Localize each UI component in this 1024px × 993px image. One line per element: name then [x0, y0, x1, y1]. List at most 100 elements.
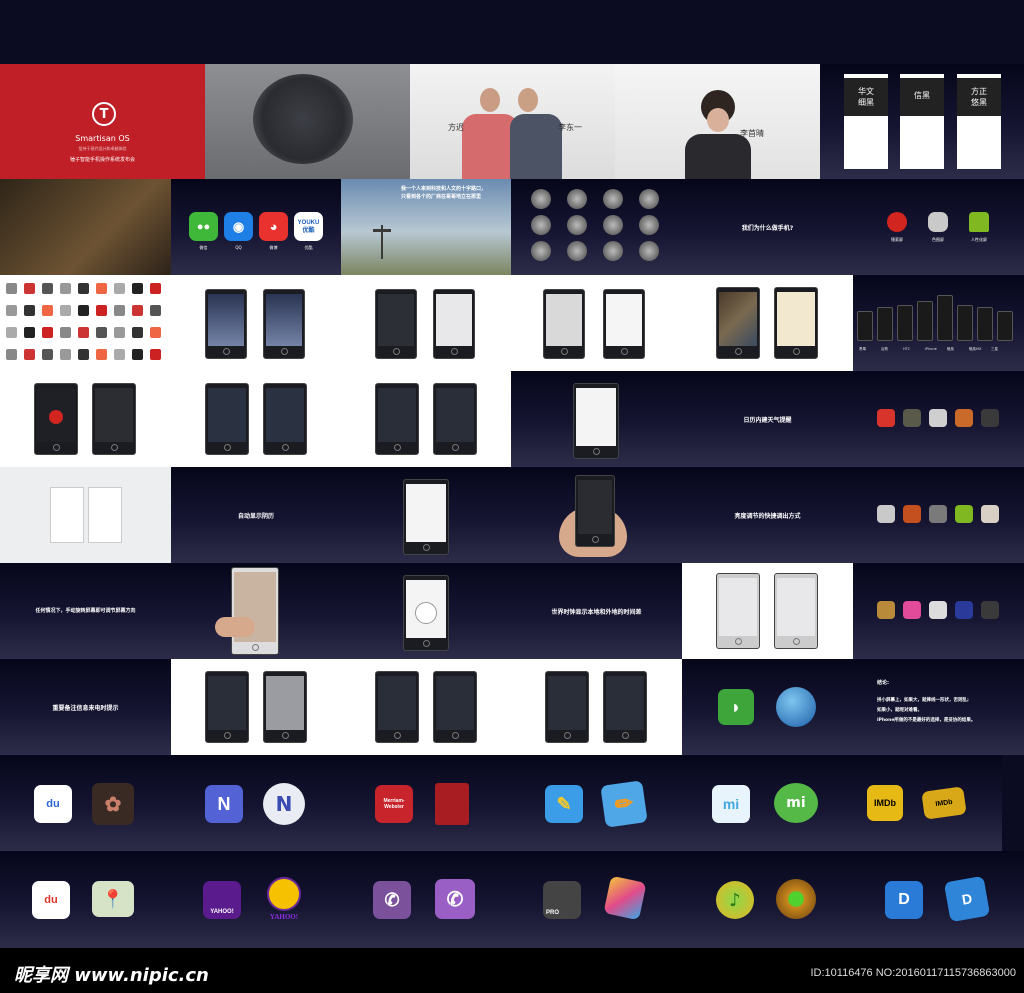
icons-row-b-slide[interactable] — [853, 467, 1024, 563]
object-thumb — [114, 305, 125, 316]
baidu-icons-slide[interactable]: du ✿ — [0, 755, 171, 851]
chat-phones-slide[interactable] — [682, 563, 853, 659]
phone-dark-home-2 — [433, 383, 477, 455]
portrait-thumb — [639, 215, 659, 235]
icons-row-c-slide[interactable] — [853, 563, 1024, 659]
phone-in-hand — [575, 475, 615, 547]
reader-icons-slide[interactable]: D D — [853, 851, 1024, 948]
notes-icons-slide[interactable]: ✎ ✏ — [511, 755, 682, 851]
phone-home-light — [433, 289, 475, 359]
workshop-slide[interactable] — [0, 179, 171, 275]
calendar-phone-slide[interactable] — [511, 371, 682, 467]
red-book-icon — [435, 783, 469, 825]
phone-lock-1 — [205, 289, 247, 359]
app-icon-thumb — [903, 409, 921, 427]
mi-icons-slide[interactable]: mi mi — [682, 755, 853, 851]
phone-alarm-dialog — [92, 383, 136, 455]
app-icon-thumb — [955, 601, 973, 619]
object-thumb — [132, 349, 143, 360]
dark-home-pair-b-slide[interactable] — [511, 659, 682, 755]
person2-label: 李东一 — [558, 123, 582, 132]
device-thumb — [857, 311, 873, 341]
conclusion-title: 结论: — [877, 680, 889, 686]
phone-grey-home — [263, 671, 307, 743]
presentation-board: T Smartisan OS 坚持于现代设计和卓越体验 锤子智能手机操作系统发布… — [0, 64, 1024, 948]
person1-label: 方迟 — [448, 123, 464, 132]
world-clock-phone-slide[interactable] — [341, 563, 511, 659]
lunar-caption-slide[interactable]: 自动显示阴历 — [171, 467, 341, 563]
portrait-thumb — [639, 241, 659, 261]
lockscreen-phones-slide[interactable] — [171, 275, 341, 371]
n-round-icon: N — [263, 783, 305, 825]
rotate-caption-slide[interactable]: 任何情况下，手动旋转屏幕即可调节屏幕方向 — [0, 563, 171, 659]
font-cards-slide[interactable]: 华文 细黑 信黑 方正 悠黑 — [820, 64, 1024, 179]
phone-settings — [603, 289, 645, 359]
music-icons-slide[interactable]: ♪ — [682, 851, 853, 948]
woman-slide[interactable]: 李首晴 — [615, 64, 820, 179]
site-brand[interactable]: 昵享网 www.nipic.cn — [14, 961, 209, 987]
object-thumb — [132, 327, 143, 338]
dolphin-browser-slide[interactable]: ◗ — [682, 659, 853, 755]
rotate-phone-slide[interactable] — [171, 563, 341, 659]
lock-icons-slide[interactable]: 锤索屏 色图屏 人性化屏 — [853, 179, 1024, 275]
lunar-calendar-slide[interactable] — [0, 467, 171, 563]
question-slide[interactable]: 我们为什么做手机? — [682, 179, 853, 275]
app-icon-thumb — [955, 505, 973, 523]
icons-row-a-slide[interactable] — [853, 371, 1024, 467]
logo-title: Smartisan OS — [75, 134, 130, 143]
pencil-flat-icon: ✎ — [545, 785, 583, 823]
calendar-detail-slide[interactable] — [341, 467, 511, 563]
weather-slide[interactable]: 日历内建天气提醒 — [682, 371, 853, 467]
maps-icons-slide[interactable]: du 📍 — [0, 851, 171, 948]
dolphin-icon: ◗ — [718, 689, 754, 725]
yahoo-icons-slide[interactable]: YAHOO! YAHOO! — [171, 851, 341, 948]
phone-world-clock — [403, 575, 449, 651]
object-thumb — [132, 305, 143, 316]
pro-editor-icon: PRO — [543, 881, 581, 919]
object-thumb — [96, 305, 107, 316]
crossroads-slide[interactable]: 我一个人来到科技和人文的十字路口， 只看到各个的厂商在哥哥地立在那里 — [341, 179, 511, 275]
group-photo-slide[interactable] — [205, 64, 410, 179]
crowd-image — [253, 74, 353, 164]
app-label-weibo: 微博 — [269, 245, 278, 250]
nextapp-icons-slide[interactable]: N N — [171, 755, 341, 851]
conclusion-line-1: 拼小屏幕上，如果大，就摔线一形状，否则乱; — [877, 698, 969, 703]
world-clock-caption-slide[interactable]: 世界时钟显示本地和外地的时间差 — [511, 563, 682, 659]
conclusion-line-2: 如果小，就呢对难看。 — [877, 708, 922, 713]
note-caption-slide[interactable]: 重要备注信息来电时提示 — [0, 659, 171, 755]
app-icon-thumb — [981, 601, 999, 619]
portrait-thumb — [531, 189, 551, 209]
smartisan-logo-slide[interactable]: T Smartisan OS 坚持于现代设计和卓越体验 锤子智能手机操作系统发布… — [0, 64, 205, 179]
homescreen-compare-slide[interactable] — [341, 275, 511, 371]
two-people-slide[interactable]: 方迟 李东一 — [410, 64, 615, 179]
reader-flat-icon: D — [885, 881, 923, 919]
brightness-slide[interactable]: 亮度调节的快捷调出方式 — [682, 467, 853, 563]
conclusion-slide[interactable]: 结论: 拼小屏幕上，如果大，就摔线一形状，否则乱; 如果小，就呢对难看。 iPh… — [853, 659, 1024, 755]
portrait-thumb — [603, 189, 623, 209]
object-thumb — [114, 349, 125, 360]
hand-phone-slide[interactable] — [511, 467, 682, 563]
viber-icons-slide[interactable]: ✆ ✆ — [341, 851, 511, 948]
device-thumb — [997, 311, 1013, 341]
dark-list-slide[interactable] — [171, 371, 341, 467]
dictionary-icons-slide[interactable]: Merriam- Webster — [341, 755, 511, 851]
alarm-phones-slide[interactable] — [0, 371, 171, 467]
app-icon-thumb — [981, 505, 999, 523]
gallery-slide[interactable] — [682, 275, 853, 371]
imdb-icons-slide[interactable]: IMDb IMDb — [853, 755, 1002, 851]
social-apps-slide[interactable]: ●● ◉ ◕ YOUKU 优酷 微信 QQ 微博 优酷 — [171, 179, 341, 275]
portraits-grid-slide[interactable] — [511, 179, 682, 275]
app-icon-thumb — [981, 409, 999, 427]
phone-dark-home-7 — [603, 671, 647, 743]
portrait-thumb — [639, 189, 659, 209]
object-thumb — [78, 349, 89, 360]
yahoo-wordmark: YAHOO! — [269, 913, 299, 921]
dark-home-pair-a-slide[interactable] — [341, 659, 511, 755]
objects-grid-slide[interactable] — [0, 275, 171, 371]
devices-lineup-slide[interactable]: 黑莓 谷歌 HTC iPhone 魅族 魅族MX 三星 — [853, 275, 1024, 371]
dark-light-home-slide[interactable] — [171, 659, 341, 755]
calculator-slide[interactable] — [511, 275, 682, 371]
photo-editor-icons-slide[interactable]: PRO — [511, 851, 682, 948]
dark-home-slide[interactable] — [341, 371, 511, 467]
image-id: ID:10116476 NO:20160117115736863000 — [810, 967, 1016, 979]
